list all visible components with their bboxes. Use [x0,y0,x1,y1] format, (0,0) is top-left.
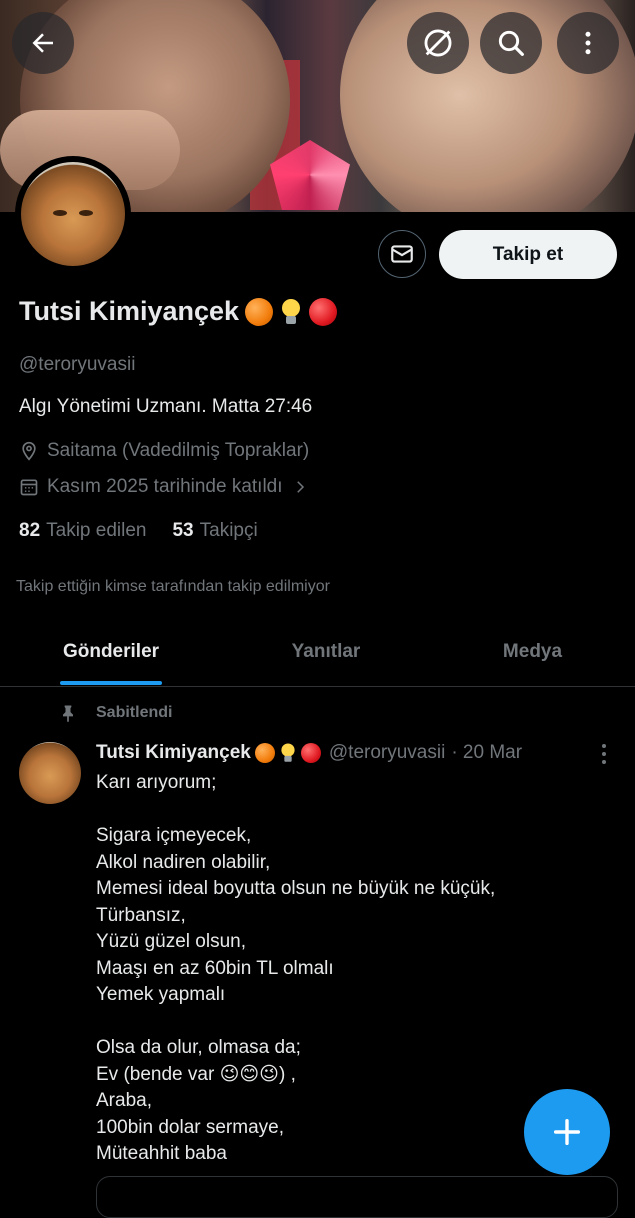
translate-button[interactable] [407,12,469,74]
light-bulb-icon [282,298,301,324]
profile-tabs: Gönderiler Yanıtlar Medya [0,618,635,687]
back-button[interactable] [12,12,74,74]
post-author-name[interactable]: Tutsi Kimiyançek [96,742,251,764]
post-line: Sigara içmeyecek, [96,825,252,846]
orange-circle-icon [254,743,275,763]
search-button[interactable] [480,12,542,74]
followers-link[interactable]: 53 Takipçi [172,520,257,542]
avatar-detail [79,210,93,216]
profile-bio: Algı Yönetimi Uzmanı. Matta 27:46 [19,396,313,417]
location-text: Saitama (Vadedilmiş Topraklar) [47,440,310,461]
following-link[interactable]: 82 Takip edilen [19,520,146,542]
chevron-right-icon [296,481,304,493]
plus-icon [553,1118,581,1146]
post-line: Müteahhit baba [96,1143,227,1164]
joined-text: Kasım 2025 tarihinde katıldı [47,476,283,497]
profile-handle: @teroryuvasii [19,354,136,375]
active-tab-indicator [60,681,162,685]
location-pin-icon [22,441,36,461]
red-circle-icon [300,743,321,763]
orange-circle-icon [245,297,274,326]
compose-fab[interactable] [524,1089,610,1175]
follow-button[interactable]: Takip et [439,230,617,279]
following-count: 82 [19,520,41,541]
post-author-handle: @teroryuvasii [328,742,446,763]
followers-count: 53 [172,520,194,541]
post-more-button[interactable] [596,742,612,771]
tab-media[interactable]: Medya [430,618,635,686]
profile-location: Saitama (Vadedilmiş Topraklar) [19,440,309,462]
post-line: Olsa da olur, olmasa da; [96,1037,301,1058]
post-line: Araba, [96,1090,152,1111]
post-line: Karı arıyorum; [96,772,217,793]
followers-label: Takipçi [199,520,258,541]
profile-avatar[interactable] [15,156,131,272]
following-label: Takip edilen [46,520,147,541]
search-icon [498,30,524,56]
post-text: Karı arıyorum; Sigara içmeyecek, Alkol n… [96,770,495,1168]
post-header: Tutsi Kimiyançek @teroryuvasii · 20 Mar [96,742,522,764]
tab-replies[interactable]: Yanıtlar [222,618,430,686]
post-date[interactable]: · 20 Mar [451,742,522,764]
red-circle-icon [309,297,338,326]
light-bulb-icon [281,743,295,762]
post-line: Memesi ideal boyutta olsun ne büyük ne k… [96,878,496,899]
follow-counts: 82 Takip edilen 53 Takipçi [19,520,258,542]
tab-posts[interactable]: Gönderiler [0,618,222,686]
mail-icon [391,245,413,263]
post-line: Alkol nadiren olabilir, [96,851,271,873]
post-line [96,1009,495,1036]
pin-icon [63,705,73,723]
embedded-card[interactable] [96,1176,618,1218]
post-line: Yemek yapmalı [96,984,226,1005]
profile-name-row: Tutsi Kimiyançek [19,296,338,327]
post-line [96,797,495,824]
more-vertical-icon [585,31,591,55]
back-arrow-icon [32,33,53,53]
pinned-indicator: Sabitlendi [58,702,172,724]
post-line: Yüzü güzel olsun, [96,931,246,952]
post-line: 100bin dolar sermaye, [96,1116,284,1138]
post-line: Türbansız, [96,904,186,926]
more-options-button[interactable] [557,12,619,74]
not-followed-note: Takip ettiğin kimse tarafından takip edi… [16,578,330,595]
post-line: Maaşı en az 60bin TL olmalı [96,957,334,979]
post-line: Ev (bende var 😉😊😉) , [96,1063,296,1085]
profile-joined[interactable]: Kasım 2025 tarihinde katıldı [19,476,309,498]
pinned-label: Sabitlendi [96,704,173,721]
more-vertical-icon [602,744,606,764]
translate-off-icon [424,29,452,57]
post-author-avatar[interactable] [19,742,81,804]
avatar-detail [53,210,67,216]
calendar-icon [20,479,38,496]
message-button[interactable] [378,230,426,278]
profile-name: Tutsi Kimiyançek [19,296,240,326]
avatar-image [21,162,125,266]
